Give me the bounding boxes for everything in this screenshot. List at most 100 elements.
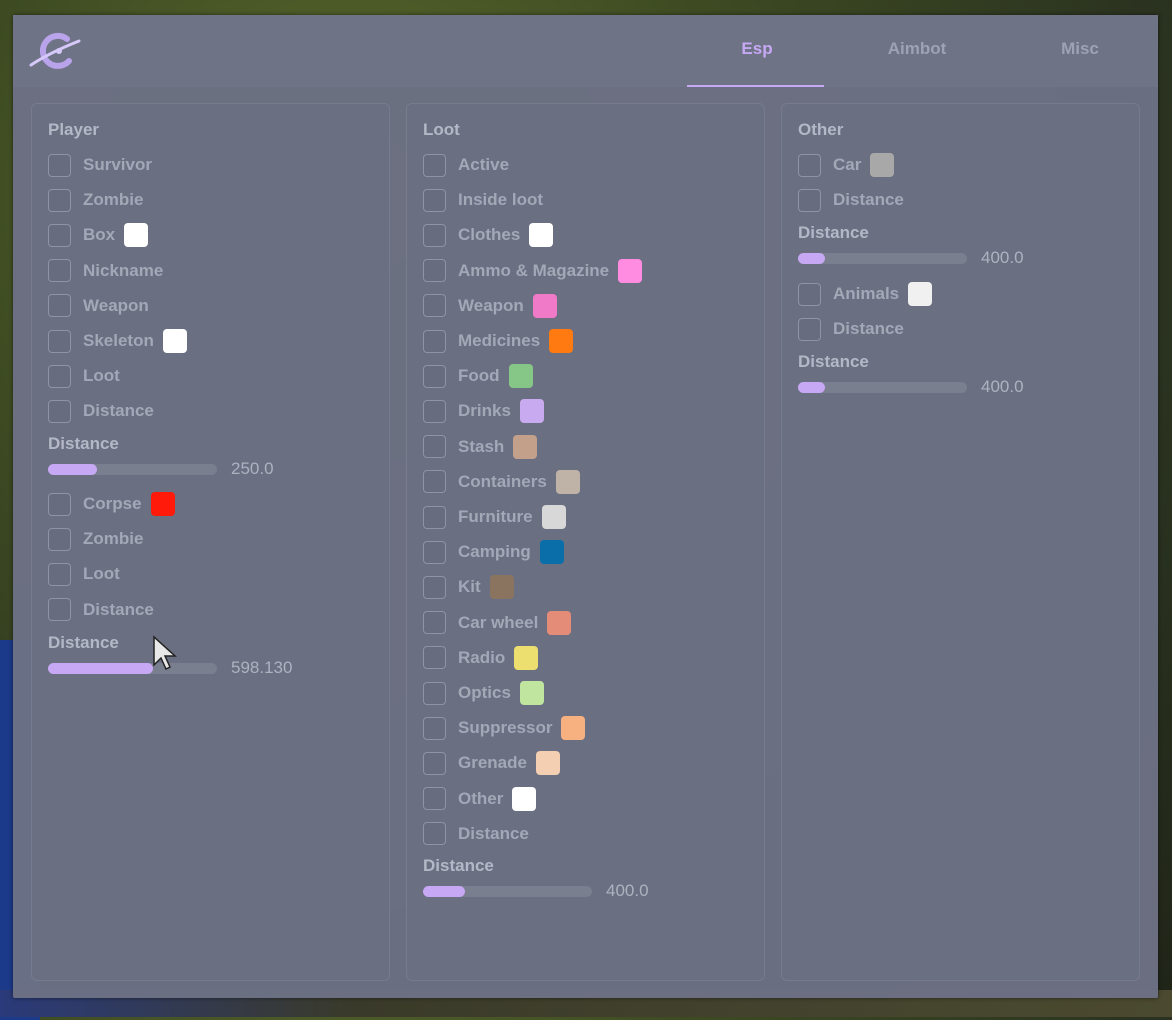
checkbox[interactable]	[423, 364, 446, 388]
option-survivor[interactable]: Survivor	[48, 152, 152, 178]
checkbox[interactable]	[423, 751, 446, 775]
option-camping[interactable]: Camping	[423, 539, 564, 565]
option-loot[interactable]: Loot	[48, 561, 120, 587]
color-swatch[interactable]	[519, 399, 544, 424]
checkbox[interactable]	[48, 399, 71, 423]
color-swatch[interactable]	[555, 469, 580, 494]
color-swatch[interactable]	[512, 786, 537, 811]
tab-esp[interactable]: Esp	[726, 39, 788, 87]
option-ammo-magazine[interactable]: Ammo & Magazine	[423, 258, 643, 284]
option-distance[interactable]: Distance	[48, 597, 154, 623]
option-distance[interactable]: Distance	[798, 316, 904, 342]
option-food[interactable]: Food	[423, 363, 533, 389]
checkbox[interactable]	[423, 399, 446, 423]
checkbox[interactable]	[423, 153, 446, 177]
checkbox[interactable]	[48, 259, 71, 283]
checkbox[interactable]	[48, 562, 71, 586]
checkbox[interactable]	[798, 153, 821, 177]
option-stash[interactable]: Stash	[423, 434, 538, 460]
checkbox[interactable]	[48, 492, 71, 516]
color-swatch[interactable]	[908, 282, 933, 306]
checkbox[interactable]	[798, 317, 821, 341]
option-box[interactable]: Box	[48, 222, 149, 248]
option-zombie[interactable]: Zombie	[48, 187, 143, 213]
checkbox[interactable]	[423, 681, 446, 705]
checkbox[interactable]	[423, 259, 446, 283]
checkbox[interactable]	[423, 329, 446, 353]
color-swatch[interactable]	[150, 492, 175, 516]
color-swatch[interactable]	[519, 681, 544, 705]
checkbox[interactable]	[48, 153, 71, 177]
color-swatch[interactable]	[124, 223, 149, 248]
color-swatch[interactable]	[547, 610, 572, 635]
option-furniture[interactable]: Furniture	[423, 504, 566, 530]
checkbox[interactable]	[423, 646, 446, 670]
option-weapon[interactable]: Weapon	[423, 293, 557, 319]
color-swatch[interactable]	[618, 258, 643, 283]
option-nickname[interactable]: Nickname	[48, 258, 163, 284]
color-swatch[interactable]	[529, 223, 554, 248]
checkbox[interactable]	[48, 329, 71, 353]
checkbox[interactable]	[423, 188, 446, 212]
checkbox[interactable]	[423, 470, 446, 494]
checkbox[interactable]	[423, 611, 446, 635]
option-car-wheel[interactable]: Car wheel	[423, 610, 572, 636]
option-distance[interactable]: Distance	[423, 821, 529, 847]
option-containers[interactable]: Containers	[423, 469, 580, 495]
checkbox[interactable]	[48, 364, 71, 388]
checkbox[interactable]	[423, 505, 446, 529]
color-swatch[interactable]	[561, 716, 586, 741]
color-swatch[interactable]	[532, 293, 557, 318]
checkbox[interactable]	[48, 294, 71, 318]
distance-slider[interactable]	[423, 886, 592, 897]
distance-slider[interactable]	[48, 464, 217, 475]
option-skeleton[interactable]: Skeleton	[48, 328, 187, 354]
option-other[interactable]: Other	[423, 786, 537, 812]
checkbox[interactable]	[48, 527, 71, 551]
color-swatch[interactable]	[549, 329, 574, 353]
color-swatch[interactable]	[539, 540, 564, 565]
checkbox[interactable]	[423, 575, 446, 599]
option-distance[interactable]: Distance	[48, 398, 154, 424]
option-weapon[interactable]: Weapon	[48, 293, 149, 319]
option-suppressor[interactable]: Suppressor	[423, 715, 586, 741]
option-clothes[interactable]: Clothes	[423, 222, 554, 248]
checkbox[interactable]	[798, 188, 821, 212]
option-inside-loot[interactable]: Inside loot	[423, 187, 543, 213]
checkbox[interactable]	[48, 188, 71, 212]
option-corpse[interactable]: Corpse	[48, 491, 175, 517]
option-animals[interactable]: Animals	[798, 281, 933, 307]
option-distance[interactable]: Distance	[798, 187, 904, 213]
checkbox[interactable]	[423, 223, 446, 247]
checkbox[interactable]	[423, 435, 446, 459]
color-swatch[interactable]	[514, 645, 539, 670]
option-medicines[interactable]: Medicines	[423, 328, 574, 354]
option-radio[interactable]: Radio	[423, 645, 539, 671]
option-active[interactable]: Active	[423, 152, 509, 178]
distance-slider[interactable]	[48, 663, 217, 674]
option-loot[interactable]: Loot	[48, 363, 120, 389]
option-kit[interactable]: Kit	[423, 574, 514, 600]
color-swatch[interactable]	[870, 153, 895, 177]
checkbox[interactable]	[423, 540, 446, 564]
color-swatch[interactable]	[508, 364, 533, 389]
checkbox[interactable]	[48, 223, 71, 247]
checkbox[interactable]	[423, 787, 446, 811]
option-car[interactable]: Car	[798, 152, 895, 178]
color-swatch[interactable]	[541, 505, 566, 529]
option-optics[interactable]: Optics	[423, 680, 544, 706]
color-swatch[interactable]	[513, 434, 538, 459]
distance-slider[interactable]	[798, 382, 967, 393]
checkbox[interactable]	[48, 598, 71, 622]
option-drinks[interactable]: Drinks	[423, 398, 544, 424]
color-swatch[interactable]	[489, 575, 514, 600]
option-zombie[interactable]: Zombie	[48, 526, 143, 552]
checkbox[interactable]	[423, 822, 446, 846]
color-swatch[interactable]	[162, 329, 187, 353]
checkbox[interactable]	[423, 294, 446, 318]
checkbox[interactable]	[798, 282, 821, 306]
tab-aimbot[interactable]: Aimbot	[873, 39, 961, 87]
tab-misc[interactable]: Misc	[1053, 39, 1107, 87]
color-swatch[interactable]	[535, 751, 560, 776]
checkbox[interactable]	[423, 716, 446, 740]
